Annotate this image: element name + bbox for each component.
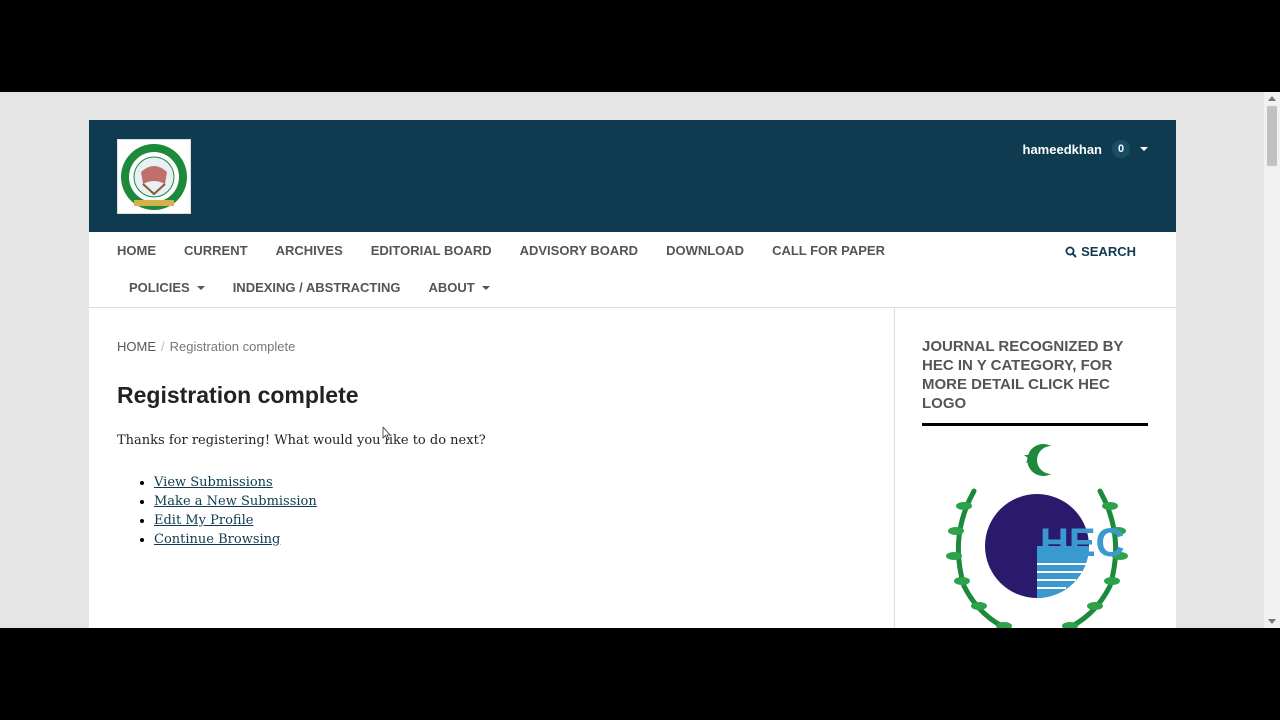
notification-badge: 0 xyxy=(1112,140,1130,158)
primary-nav: HOME CURRENT ARCHIVES EDITORIAL BOARD AD… xyxy=(89,232,1176,308)
page-scrollbar[interactable] xyxy=(1264,92,1280,628)
nav-about-label: ABOUT xyxy=(428,280,475,295)
list-item: Continue Browsing xyxy=(154,530,317,549)
intro-text: Thanks for registering! What would you l… xyxy=(117,433,486,448)
list-item: Make a New Submission xyxy=(154,492,317,511)
nav-archives[interactable]: ARCHIVES xyxy=(276,244,343,258)
continue-browsing-link[interactable]: Continue Browsing xyxy=(154,532,280,547)
search-link[interactable]: SEARCH xyxy=(1065,244,1136,259)
new-submission-link[interactable]: Make a New Submission xyxy=(154,494,317,509)
hec-logo-text: HEC xyxy=(1040,521,1124,565)
nav-indexing[interactable]: INDEXING / ABSTRACTING xyxy=(233,281,401,295)
search-icon xyxy=(1065,246,1077,258)
nav-home[interactable]: HOME xyxy=(117,244,156,258)
journal-logo[interactable] xyxy=(117,139,191,214)
nav-advisory-board[interactable]: ADVISORY BOARD xyxy=(520,244,638,258)
main-content: HOME / Registration complete Registration … xyxy=(89,308,895,628)
user-menu[interactable]: hameedkhan 0 xyxy=(1023,140,1148,158)
nav-policies[interactable]: POLICIES xyxy=(129,281,205,295)
hec-emblem-icon: HEC xyxy=(946,444,1128,628)
breadcrumb-current: Registration complete xyxy=(169,339,296,354)
breadcrumb-home[interactable]: HOME xyxy=(117,339,156,354)
nav-policies-label: POLICIES xyxy=(129,280,190,295)
view-submissions-link[interactable]: View Submissions xyxy=(154,475,273,490)
sidebar-divider xyxy=(922,423,1148,426)
page-container: hameedkhan 0 HOME CURRENT ARCHIVES EDITO… xyxy=(89,120,1176,628)
chevron-down-icon xyxy=(481,286,490,290)
username-label: hameedkhan xyxy=(1022,141,1102,157)
video-letterbox-top xyxy=(0,0,1280,92)
nav-call-for-paper[interactable]: CALL FOR PAPER xyxy=(772,244,885,258)
nav-about[interactable]: ABOUT xyxy=(429,281,490,295)
nav-editorial-board[interactable]: EDITORIAL BOARD xyxy=(371,244,492,258)
sidebar-block: JOURNAL RECOGNIZED BY HEC IN Y CATEGORY,… xyxy=(922,337,1148,426)
page-title: Registration complete xyxy=(117,382,359,408)
chevron-down-icon xyxy=(196,286,205,290)
nav-current[interactable]: CURRENT xyxy=(184,244,248,258)
breadcrumb-separator: / xyxy=(161,339,165,354)
next-steps-list: View Submissions Make a New Submission E… xyxy=(154,473,317,549)
browser-viewport: hameedkhan 0 HOME CURRENT ARCHIVES EDITO… xyxy=(0,92,1280,628)
nav-row-2: POLICIES INDEXING / ABSTRACTING ABOUT xyxy=(129,281,518,295)
mouse-cursor-icon xyxy=(382,427,390,441)
nav-download[interactable]: DOWNLOAD xyxy=(666,244,744,258)
site-header: hameedkhan 0 xyxy=(89,120,1176,232)
sidebar-title: JOURNAL RECOGNIZED BY HEC IN Y CATEGORY,… xyxy=(922,338,1124,412)
chevron-down-icon xyxy=(1140,147,1148,151)
scroll-down-icon[interactable] xyxy=(1268,619,1276,624)
scroll-up-icon[interactable] xyxy=(1268,96,1276,101)
breadcrumb: HOME / Registration complete xyxy=(117,339,295,354)
nav-row-1: HOME CURRENT ARCHIVES EDITORIAL BOARD AD… xyxy=(117,244,913,258)
edit-profile-link[interactable]: Edit My Profile xyxy=(154,513,253,528)
video-letterbox-bottom xyxy=(0,628,1280,720)
list-item: View Submissions xyxy=(154,473,317,492)
search-label: SEARCH xyxy=(1081,244,1136,259)
journal-seal-icon xyxy=(121,143,187,210)
hec-logo[interactable]: HEC xyxy=(934,436,1140,628)
scrollbar-thumb[interactable] xyxy=(1267,106,1277,166)
list-item: Edit My Profile xyxy=(154,511,317,530)
